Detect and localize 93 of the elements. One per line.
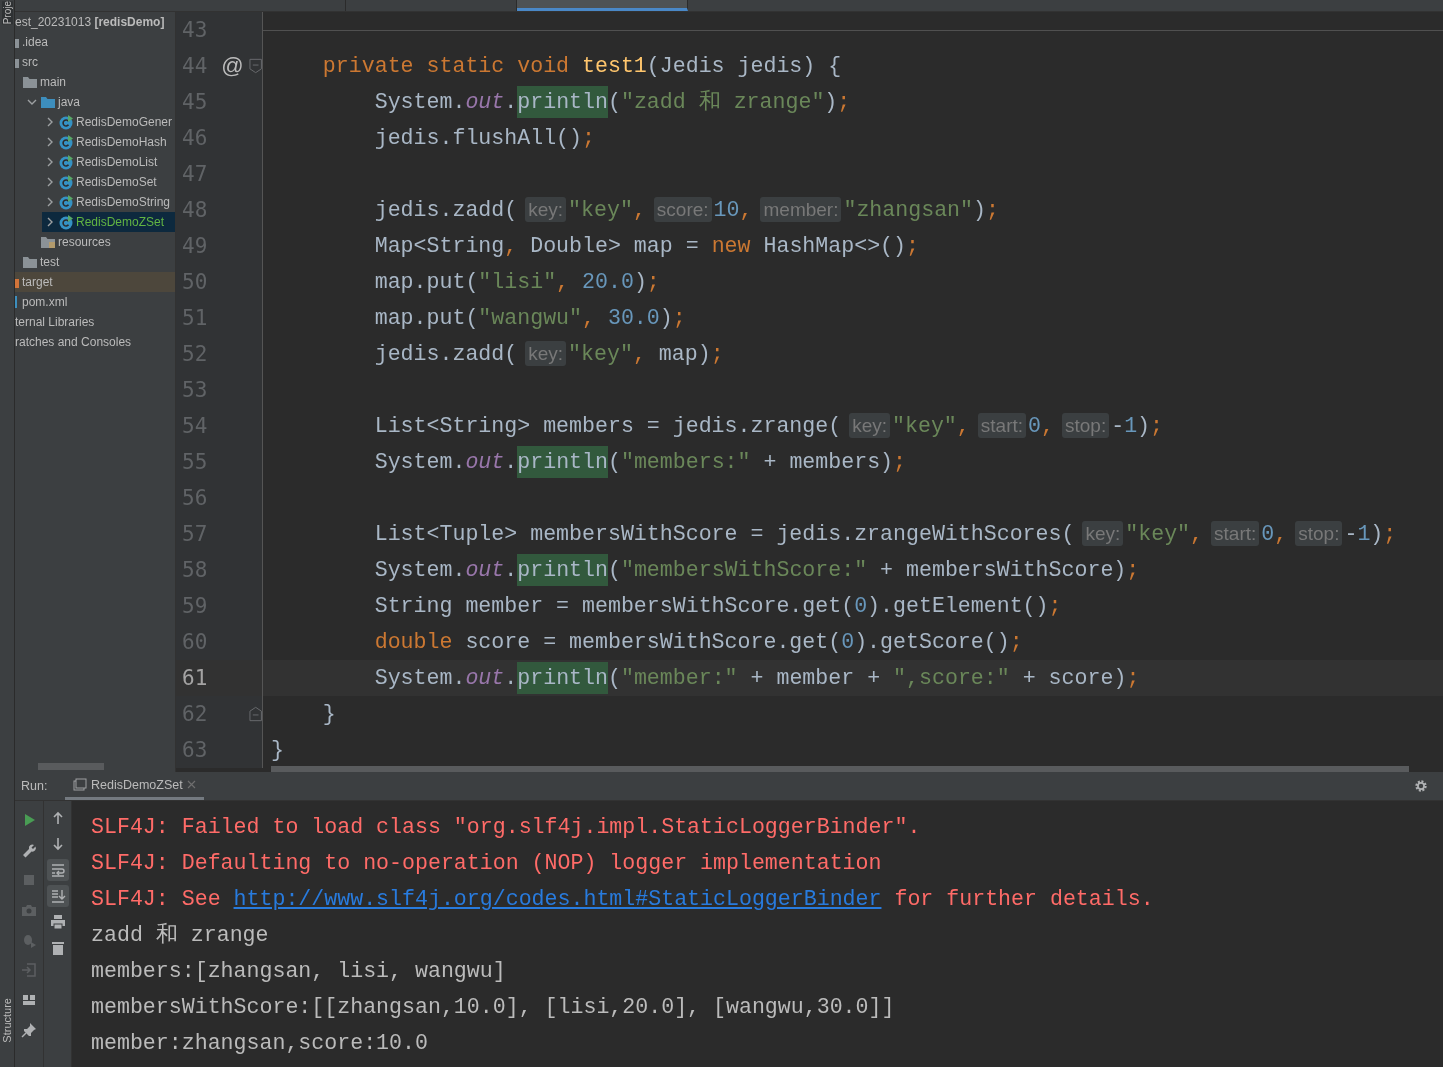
tree-item-label: java	[58, 95, 80, 109]
tree-row[interactable]: target	[15, 272, 175, 292]
code-line: private static void test1(Jedis jedis) {	[321, 53, 843, 80]
close-icon[interactable]	[186, 780, 196, 789]
tree-row[interactable]: java	[24, 92, 175, 112]
code-line: List<String> members = jedis.zrange( key: "key", start: 0, stop: -1);	[373, 412, 1165, 440]
trash-icon	[49, 940, 66, 956]
scrollbar-thumb[interactable]	[271, 766, 1409, 772]
tree-item-label: ratches and Consoles	[15, 335, 132, 349]
class-icon	[58, 194, 74, 210]
tree-row[interactable]: est_20231013 [redisDemo]	[15, 12, 175, 32]
tree-item-label: RedisDemoSet	[76, 175, 157, 189]
bug-icon	[21, 932, 37, 948]
run-label: Run:	[21, 779, 49, 793]
structure-tool-tab[interactable]: Structure	[1, 998, 13, 1043]
code-line: jedis.flushAll();	[373, 125, 596, 152]
code-line: double score = membersWithScore.get(0).getScore();	[373, 629, 1024, 656]
printer-icon	[49, 914, 66, 930]
tree-item-label: RedisDemoString	[76, 195, 171, 209]
tree-item-label: est_20231013 [redisDemo]	[15, 15, 165, 29]
tree-row[interactable]: main	[15, 72, 175, 92]
exit-icon	[21, 962, 37, 978]
toolbar-button[interactable]	[46, 859, 69, 881]
tree-item-label: pom.xml	[22, 295, 68, 309]
tree-item-label: RedisDemoGener	[76, 115, 173, 129]
tree-item-label: src	[22, 55, 38, 69]
tree-row[interactable]: RedisDemoSet	[42, 172, 175, 192]
tree-item-label: ternal Libraries	[15, 315, 95, 329]
soft-wrap-icon	[49, 862, 66, 878]
settings-icon[interactable]	[1414, 779, 1428, 793]
console-line: members:[zhangsan, lisi, wangwu]	[91, 958, 507, 985]
tree-item-label: .idea	[22, 35, 49, 49]
code-line: String member = membersWithScore.get(0).getElement();	[373, 593, 1063, 620]
window-icon	[73, 777, 87, 792]
tree-row[interactable]: test	[15, 252, 175, 272]
tree-item-label: test	[40, 255, 60, 269]
code-line: Map<String, Double> map = new HashMap<>();	[373, 233, 920, 260]
link[interactable]: http://www.slf4j.org/codes.html#StaticLoggerBinder	[233, 887, 882, 911]
code-line: System.out.println("member:" + member + ",score:" + score);	[263, 664, 1443, 692]
tree-row[interactable]: ternal Libraries	[15, 312, 175, 332]
code-line: map.put("lisi", 20.0);	[373, 269, 661, 296]
class-icon	[58, 214, 74, 230]
tree-row[interactable]: resources	[24, 232, 175, 252]
tree-row[interactable]: RedisDemoList	[42, 152, 175, 172]
console-line: SLF4J: Defaulting to no-operation (NOP) logger implementation	[91, 850, 883, 877]
tree-row[interactable]: .idea	[15, 32, 175, 52]
code-line: jedis.zadd( key: "key", score: 10, member: "zhangsan");	[373, 196, 1000, 224]
scroll-to-end-icon	[49, 888, 66, 904]
tree-row[interactable]: ratches and Consoles	[15, 332, 175, 352]
code-line: System.out.println("membersWithScore:" + membersWithScore);	[263, 556, 1443, 584]
code-line: System.out.println("members:" + members);	[263, 448, 1443, 476]
console-line: SLF4J: See http://www.slf4j.org/codes.html#StaticLoggerBinder for further details.	[91, 886, 1155, 913]
code-line: System.out.println("zadd 和 zrange");	[263, 88, 1443, 116]
console-line: membersWithScore:[[zhangsan,10.0], [lisi,20.0], [wangwu,30.0]]	[91, 994, 896, 1021]
console-line: member:zhangsan,score:10.0	[91, 1030, 429, 1057]
pin-icon	[21, 1022, 37, 1038]
project-tool-tab[interactable]: Proje	[1, 1, 13, 25]
tree-row[interactable]: src	[15, 52, 175, 72]
tree-row[interactable]: RedisDemoZSet	[42, 212, 175, 232]
layout-icon	[21, 992, 37, 1008]
tree-item-label: RedisDemoZSet	[76, 215, 165, 229]
tree-item-label: main	[40, 75, 66, 89]
class-icon	[58, 154, 74, 170]
tree-item-label: RedisDemoList	[76, 155, 158, 169]
override-marker[interactable]: @	[221, 53, 244, 78]
class-icon	[58, 114, 74, 130]
code-line: map.put("wangwu", 30.0);	[373, 305, 687, 332]
run-tab[interactable]: RedisDemoZSet	[65, 772, 204, 800]
tree-row[interactable]: RedisDemoGener	[42, 112, 175, 132]
resources-folder-icon	[40, 234, 56, 250]
toolbar-button[interactable]	[46, 885, 69, 907]
tree-item-label: target	[22, 275, 53, 289]
fold-icon[interactable]	[248, 706, 262, 722]
class-icon	[58, 174, 74, 190]
line-number: 61	[181, 666, 209, 690]
code-line: }	[270, 737, 285, 764]
tree-row[interactable]: RedisDemoString	[42, 192, 175, 212]
tree-item-label: RedisDemoHash	[76, 135, 167, 149]
tree-row[interactable]: pom.xml	[15, 292, 175, 312]
code-line: List<Tuple> membersWithScore = jedis.zrangeWithScores( key: "key", start: 0, stop: -1);	[373, 520, 1398, 548]
fold-icon[interactable]	[248, 58, 262, 74]
editor-tab[interactable]	[517, 0, 688, 11]
scrollbar-thumb[interactable]	[38, 763, 104, 770]
console-line: SLF4J: Failed to load class "org.slf4j.impl.StaticLoggerBinder".	[91, 814, 922, 841]
tree-row[interactable]: RedisDemoHash	[42, 132, 175, 152]
camera-icon	[21, 902, 37, 918]
tree-item-label: resources	[58, 235, 111, 249]
console-line: zadd 和 zrange	[91, 922, 270, 949]
code-line: jedis.zadd( key: "key", map);	[373, 340, 725, 368]
stop-icon	[21, 872, 37, 888]
wrench-icon	[21, 842, 37, 858]
class-icon	[58, 134, 74, 150]
code-line: }	[321, 701, 337, 728]
